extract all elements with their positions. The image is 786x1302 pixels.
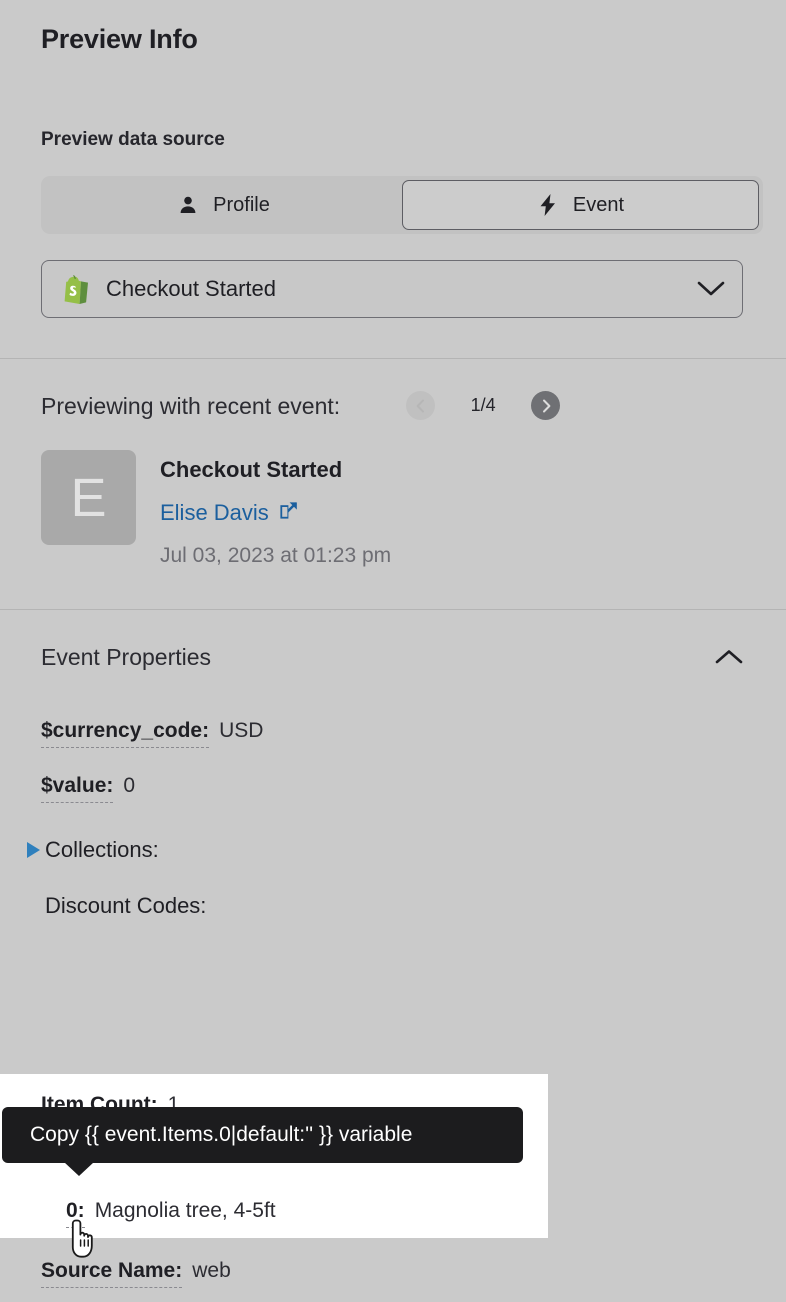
tooltip-text: Copy {{ event.Items.0|default:'' }} vari… <box>2 1123 412 1147</box>
segment-profile-label: Profile <box>213 194 270 217</box>
recent-event-card: E Checkout Started Elise Davis <box>41 450 786 569</box>
profile-link[interactable]: Elise Davis <box>160 500 391 526</box>
panel-header: Preview Info <box>0 0 786 56</box>
property-group-key[interactable]: Collections: <box>45 837 159 863</box>
property-group-row: Collections: <box>27 837 786 863</box>
data-source-label: Preview data source <box>41 128 786 152</box>
recent-event-section: Previewing with recent event: 1/4 E Chec… <box>0 359 786 609</box>
chevron-right-icon[interactable] <box>531 391 560 420</box>
recent-event-title: Previewing with recent event: <box>41 392 340 420</box>
segment-profile[interactable]: Profile <box>45 180 402 230</box>
source-name-row: Source Name: web <box>41 1258 231 1288</box>
event-properties-header[interactable]: Event Properties <box>41 642 746 672</box>
lightning-bolt-icon <box>537 194 559 216</box>
avatar: E <box>41 450 136 545</box>
property-value: 0 <box>123 773 135 799</box>
recent-event-header: Previewing with recent event: 1/4 <box>41 391 786 420</box>
preview-info-panel: Preview Info Preview data source Profile… <box>0 0 786 1302</box>
event-type-value: Checkout Started <box>90 276 696 302</box>
event-type-dropdown[interactable]: Checkout Started <box>41 260 743 318</box>
item-index-row: 0: Magnolia tree, 4-5ft <box>66 1198 276 1228</box>
profile-link-label: Elise Davis <box>160 500 269 526</box>
property-group-key[interactable]: Discount Codes: <box>45 893 206 919</box>
property-key[interactable]: $currency_code: <box>41 718 209 748</box>
chevron-down-icon[interactable] <box>696 274 726 304</box>
event-properties-section: Event Properties $currency_code: USD $va… <box>0 610 786 919</box>
event-properties-title: Event Properties <box>41 644 712 671</box>
chevron-left-icon[interactable] <box>406 391 435 420</box>
segment-event-label: Event <box>573 194 624 217</box>
source-name-key[interactable]: Source Name: <box>41 1258 182 1288</box>
property-row: $value: 0 <box>41 773 786 803</box>
recent-event-name: Checkout Started <box>160 456 391 484</box>
external-link-icon <box>279 500 298 526</box>
copy-variable-tooltip: Copy {{ event.Items.0|default:'' }} vari… <box>2 1107 523 1163</box>
recent-event-timestamp: Jul 03, 2023 at 01:23 pm <box>160 543 391 569</box>
segment-event[interactable]: Event <box>402 180 759 230</box>
event-pager: 1/4 <box>406 391 560 420</box>
property-row: $currency_code: USD <box>41 718 786 748</box>
recent-event-details: Checkout Started Elise Davis Jul 03, 202… <box>160 450 391 569</box>
data-source-section: Preview data source Profile Event <box>0 128 786 318</box>
item-index-value: Magnolia tree, 4-5ft <box>95 1198 276 1224</box>
person-icon <box>177 194 199 216</box>
expand-triangle-icon[interactable] <box>27 842 40 858</box>
property-key[interactable]: $value: <box>41 773 113 803</box>
item-index-key[interactable]: 0: <box>66 1198 85 1228</box>
property-group-row: Discount Codes: <box>27 893 786 919</box>
event-page-count: 1/4 <box>435 395 531 416</box>
source-name-value: web <box>192 1258 231 1284</box>
event-properties-list: $currency_code: USD $value: 0 Collection… <box>41 718 786 919</box>
shopify-bag-icon <box>62 274 90 304</box>
data-source-segmented-control: Profile Event <box>41 176 763 234</box>
chevron-up-icon[interactable] <box>712 642 746 672</box>
page-title: Preview Info <box>41 22 786 56</box>
tooltip-arrow <box>64 1162 94 1176</box>
property-value: USD <box>219 718 263 744</box>
